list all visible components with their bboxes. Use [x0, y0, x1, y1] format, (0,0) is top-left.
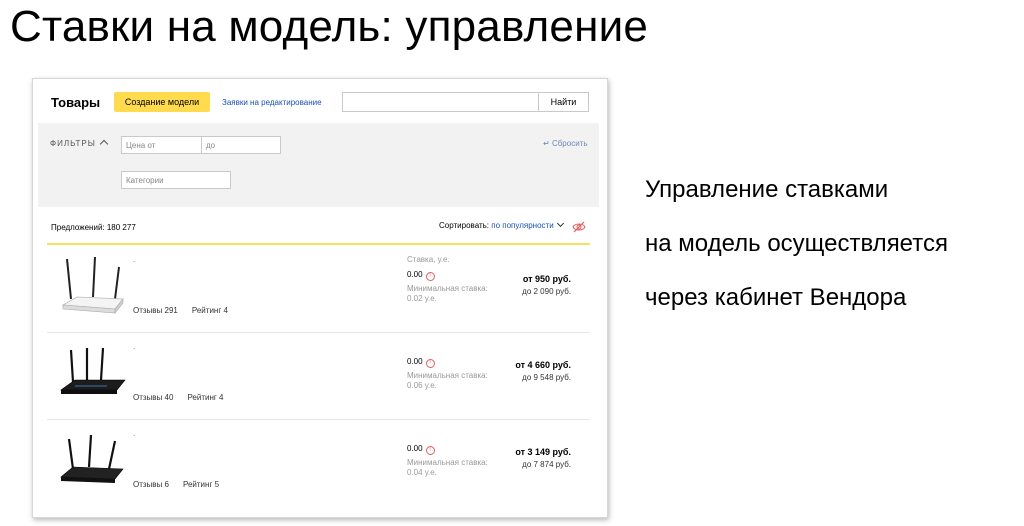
filters-toggle[interactable]: ФИЛЬТРЫ [50, 139, 109, 149]
search-input[interactable] [342, 92, 546, 112]
price-from-input[interactable] [121, 136, 202, 154]
product-row[interactable]: . Отзывы 40 Рейтинг 4 0.00! Минимальная с… [47, 332, 590, 420]
min-rate-value: 0.04 у.е. [407, 468, 437, 477]
rate-text: 0.00 [407, 444, 423, 453]
rating: Рейтинг 5 [182, 480, 220, 489]
product-meta: Отзывы 40 Рейтинг 4 [133, 393, 223, 402]
warning-icon: ! [425, 359, 435, 368]
rate-value[interactable]: 0.00! [407, 357, 435, 368]
chevron-down-icon[interactable] [556, 219, 564, 228]
product-name[interactable]: . [133, 429, 135, 438]
sort-label: Сортировать: [439, 221, 490, 230]
router-icon [60, 347, 126, 394]
slide-title: Ставки на модель: управление [10, 2, 649, 51]
min-rate-value: 0.06 у.е. [407, 381, 437, 390]
rate-text: 0.00 [407, 357, 423, 366]
rate-value[interactable]: 0.00! [407, 444, 435, 455]
description-line-3: через кабинет Вендора [645, 284, 907, 311]
price-to-input[interactable] [201, 136, 281, 154]
vendor-cabinet-screenshot: Товары Создание модели Заявки на редакти… [32, 78, 608, 518]
filters-label: ФИЛЬТРЫ [50, 139, 96, 148]
product-name[interactable]: . [133, 255, 135, 264]
product-row[interactable]: . Отзывы 6 Рейтинг 5 0.00! Минимальная ст… [47, 419, 590, 506]
header: Товары Создание модели Заявки на редакти… [33, 79, 607, 123]
rating: Рейтинг 4 [187, 393, 224, 402]
reset-label: Сбросить [551, 139, 588, 148]
min-rate-label: Минимальная ставка: [407, 458, 488, 467]
rate-header: Ставка, у.е. [407, 255, 450, 264]
min-rate-label: Минимальная ставка: [407, 371, 488, 380]
min-rate-value: 0.02 у.е. [407, 294, 437, 303]
description-line-2: на модель осуществляется [645, 230, 948, 257]
product-row[interactable]: . Отзывы 291 Рейтинг 4 Ставка, у.е. 0.00!… [47, 245, 590, 333]
price-to: до 9 548 руб. [522, 373, 571, 382]
return-arrow-icon: ↵ [543, 139, 550, 148]
reviews-count[interactable]: Отзывы 40 [133, 393, 173, 402]
results-bar: Предложений: 180 277 Сортировать: по поп… [33, 207, 607, 243]
price-from: от 3 149 руб. [515, 447, 571, 457]
category-input[interactable] [121, 171, 231, 189]
chevron-up-icon [99, 139, 109, 149]
warning-icon: ! [425, 446, 435, 455]
product-meta: Отзывы 291 Рейтинг 4 [133, 306, 228, 315]
product-name[interactable]: . [133, 342, 135, 351]
price-to: до 7 874 руб. [522, 460, 571, 469]
min-rate-label: Минимальная ставка: [407, 284, 488, 293]
warning-icon: ! [425, 272, 435, 281]
reviews-count[interactable]: Отзывы 6 [133, 480, 169, 489]
router-icon [60, 434, 124, 483]
page-title: Товары [51, 95, 101, 110]
product-meta: Отзывы 6 Рейтинг 5 [133, 480, 219, 489]
offers-count: Предложений: 180 277 [51, 223, 136, 232]
min-rate: Минимальная ставка: 0.06 у.е. [407, 371, 497, 391]
sort-dropdown[interactable]: по популярности [491, 221, 553, 230]
eye-slash-icon[interactable] [572, 221, 586, 233]
create-model-button[interactable]: Создание модели [114, 92, 210, 112]
description-line-1: Управление ставками [645, 176, 889, 203]
min-rate: Минимальная ставка: 0.04 у.е. [407, 458, 497, 478]
rate-value[interactable]: 0.00! [407, 270, 435, 281]
price-from: от 950 руб. [522, 274, 571, 284]
find-button[interactable]: Найти [538, 92, 589, 112]
filters-panel: ФИЛЬТРЫ ↵ Сбросить [38, 123, 599, 207]
min-rate: Минимальная ставка: 0.02 у.е. [407, 284, 497, 304]
price-to: до 2 090 руб. [522, 287, 571, 296]
reviews-count[interactable]: Отзывы 291 [133, 306, 178, 315]
sort-control: Сортировать: по популярности [439, 219, 564, 230]
router-icon [61, 256, 124, 314]
rate-text: 0.00 [407, 270, 423, 279]
reset-filters-link[interactable]: ↵ Сбросить [543, 139, 588, 148]
price-from: от 4 660 руб. [515, 360, 571, 370]
edit-requests-link[interactable]: Заявки на редактирование [222, 98, 322, 107]
rating: Рейтинг 4 [191, 306, 228, 315]
